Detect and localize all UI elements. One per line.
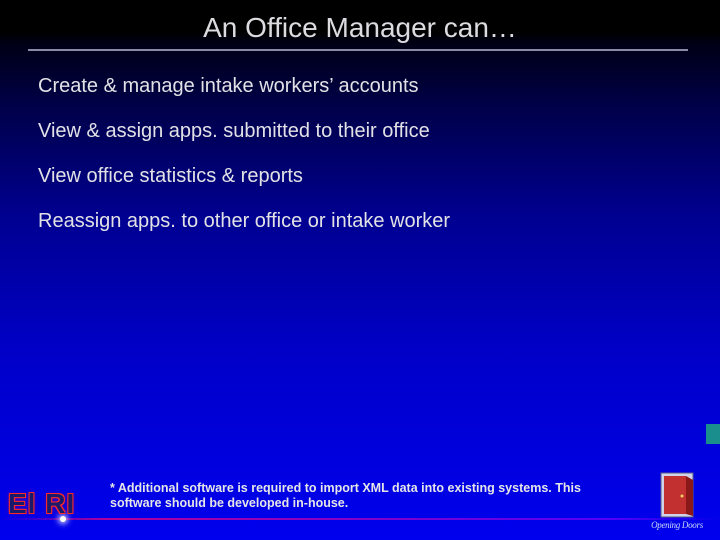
footnote: * Additional software is required to imp…	[110, 481, 600, 512]
logo-right: Opening Doors	[642, 472, 712, 530]
logo-right-text: Opening Doors	[642, 520, 712, 530]
slide: An Office Manager can… Create & manage i…	[0, 0, 720, 540]
bullet-list: Create & manage intake workers’ accounts…	[38, 75, 678, 255]
decorative-horizon-line	[0, 518, 720, 520]
door-icon	[660, 472, 694, 518]
title-underline	[28, 49, 688, 51]
bullet-item: View office statistics & reports	[38, 165, 678, 188]
decorative-accent-box	[706, 424, 720, 444]
bullet-item: Create & manage intake workers’ accounts	[38, 75, 678, 98]
bullet-item: Reassign apps. to other office or intake…	[38, 210, 678, 233]
slide-title: An Office Manager can…	[0, 12, 720, 44]
bullet-item: View & assign apps. submitted to their o…	[38, 120, 678, 143]
logo-left: El RI	[8, 488, 75, 520]
